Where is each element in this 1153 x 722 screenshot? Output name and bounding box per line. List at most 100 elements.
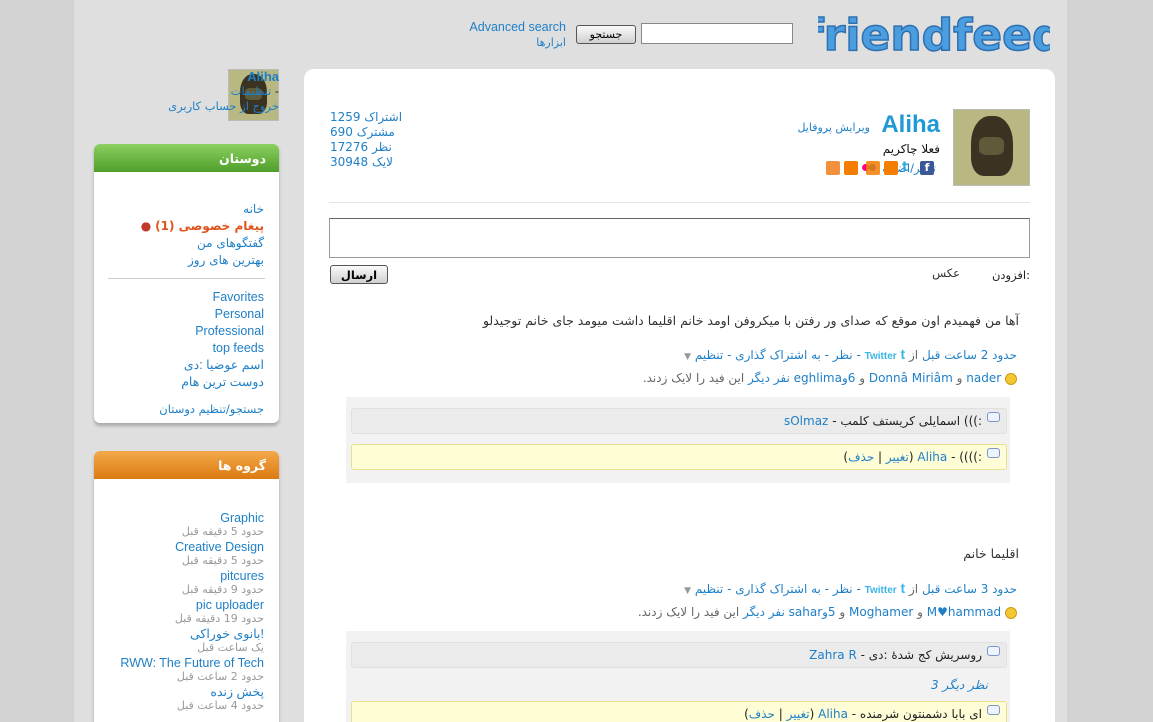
own-comment: ای بابا دشمنتون شرمنده - Aliha (تغییر | …: [351, 701, 1007, 722]
liker-link[interactable]: Donnâ Miriâm: [869, 371, 953, 385]
user-name-link[interactable]: Aliha: [168, 69, 279, 84]
entry-meta: حدود 3 ساعت قبل از t Twitter - نظر - به …: [684, 580, 1017, 596]
edit-comment-link[interactable]: تغییر: [886, 450, 909, 464]
entry-time-link[interactable]: حدود 3 ساعت قبل: [922, 582, 1017, 596]
settings-link[interactable]: تنظیمات: [231, 84, 272, 98]
service-name[interactable]: Twitter: [865, 351, 897, 362]
more-comments-link[interactable]: 3 نظر دیگر: [931, 678, 988, 692]
rss-icon[interactable]: [884, 161, 898, 175]
comment-author-link[interactable]: Aliha: [917, 450, 947, 464]
others-link[interactable]: نفر دیگر: [748, 371, 790, 385]
list-nicknames[interactable]: اسم عوضیا :دی: [181, 357, 264, 374]
dropdown-icon[interactable]: ▼: [684, 352, 691, 362]
group-item[interactable]: pic uploader حدود 19 دقیقه قبل: [120, 598, 264, 626]
profile-stats: 1259 اشتراک 690 مشترک 17276 نظر 30948 لا…: [330, 110, 402, 170]
comment: :))) اسمایلی کریستف کلمب - sOlmaz: [351, 408, 1007, 434]
stat-likes[interactable]: 30948 لایک: [330, 155, 402, 170]
entry-likes: nader و Donnâ Miriâm و 6وeghlima نفر دیگ…: [643, 371, 1017, 385]
divider: [329, 202, 1030, 203]
comment-icon: [987, 448, 1000, 458]
twitter-icon: t: [900, 580, 906, 596]
liker-link[interactable]: 5وsahar: [789, 605, 836, 619]
list-top-feeds[interactable]: top feeds: [181, 340, 264, 357]
divider: [108, 278, 265, 279]
likes-suffix: این فید را لایک زدند.: [637, 605, 740, 619]
comment-author-link[interactable]: Aliha: [818, 707, 848, 721]
user-menu: Aliha تنظیمات - خروج از حساب کاربری: [168, 69, 279, 114]
comments-area: :))) اسمایلی کریستف کلمب - sOlmaz :)))) …: [346, 397, 1010, 483]
list-favorites[interactable]: Favorites: [181, 289, 264, 306]
heart-icon: ●: [140, 219, 152, 233]
group-item[interactable]: پخش زنده حدود 4 ساعت قبل: [120, 685, 264, 713]
entry-likes: M♥hammad و Moghamer و 5وsahar نفر دیگر ا…: [638, 605, 1017, 619]
entry-actions[interactable]: - نظر - به اشتراک گذاری - تنظیم: [695, 348, 861, 362]
delete-comment-link[interactable]: حذف: [749, 707, 775, 721]
comment-author-link[interactable]: sOlmaz: [784, 414, 828, 428]
entry-time-link[interactable]: حدود 2 ساعت قبل: [922, 348, 1017, 362]
profile-avatar[interactable]: [953, 109, 1030, 186]
group-item[interactable]: Graphic حدود 5 دقیقه قبل: [120, 511, 264, 539]
facebook-icon[interactable]: f: [920, 161, 934, 175]
own-comment: :)))) - Aliha (تغییر | حذف): [351, 444, 1007, 470]
comment-icon: [987, 412, 1000, 422]
list-closest-friends[interactable]: دوست ترین هام: [181, 374, 264, 391]
friends-nav: خانه ● پیغام خصوصی (1) گفتگوهای من بهتری…: [141, 201, 264, 269]
like-smiley-icon: [1005, 372, 1017, 385]
groups-box-title: گروه ها: [94, 451, 279, 479]
search-button[interactable]: جستجو: [576, 25, 636, 44]
add-label: افزودن:: [991, 268, 1030, 282]
manage-friends-link[interactable]: جستجو/تنظیم دوستان: [159, 402, 264, 416]
group-item[interactable]: pitcures حدود 9 دقیقه قبل: [120, 569, 264, 597]
comment: روسریش کج شدهٔ :دی - Zahra R: [351, 642, 1007, 668]
group-item[interactable]: RWW: The Future of Tech حدود 2 ساعت قبل: [120, 656, 264, 684]
group-item[interactable]: بانوی خوراکی! یک ساعت قبل: [120, 627, 264, 655]
entry-text: اقلیما خانم: [963, 546, 1019, 561]
friends-box: دوستان خانه ● پیغام خصوصی (1) گفتگوهای م…: [94, 144, 279, 423]
dropdown-icon[interactable]: ▼: [684, 586, 691, 596]
group-item[interactable]: Creative Design حدود 5 دقیقه قبل: [120, 540, 264, 568]
stat-subscriptions[interactable]: 1259 اشتراک: [330, 110, 402, 125]
service-name[interactable]: Twitter: [865, 585, 897, 596]
delete-comment-link[interactable]: حذف: [848, 450, 874, 464]
profile-name: Aliha: [881, 111, 940, 138]
edit-profile-link[interactable]: ویرایش پروفایل: [797, 121, 870, 134]
nav-home[interactable]: خانه: [141, 201, 264, 218]
rss-icon[interactable]: [843, 161, 858, 175]
list-professional[interactable]: Professional: [181, 323, 264, 340]
stat-subscribers[interactable]: 690 مشترک: [330, 125, 402, 140]
nav-my-discussions[interactable]: گفتگوهای من: [141, 235, 264, 252]
rss-icon[interactable]: [866, 161, 880, 175]
nav-best-of-day[interactable]: بهترین های روز: [141, 252, 264, 269]
likes-suffix: این فید را لایک زدند.: [642, 371, 745, 385]
friend-lists: Favorites Personal Professional top feed…: [181, 289, 264, 391]
groups-box: گروه ها Graphic حدود 5 دقیقه قبل Creative…: [94, 451, 279, 722]
others-link[interactable]: نفر دیگر: [743, 605, 785, 619]
svg-text:friendfeed: friendfeed: [818, 10, 1050, 61]
post-textarea[interactable]: [329, 218, 1030, 258]
nav-private-messages[interactable]: ● پیغام خصوصی (1): [141, 218, 264, 235]
liker-link[interactable]: nader: [966, 371, 1001, 385]
friendfeed-logo[interactable]: friendfeed: [818, 8, 1050, 62]
service-icons-2: t f: [866, 161, 934, 175]
profile-status: فعلا چاکریم: [882, 142, 940, 156]
liker-link[interactable]: 6وeghlima: [794, 371, 856, 385]
liker-link[interactable]: M♥hammad: [927, 605, 1001, 619]
logout-link[interactable]: خروج از حساب کاربری: [168, 99, 279, 114]
comment-icon: [987, 705, 1000, 715]
send-button[interactable]: ارسال: [330, 265, 388, 284]
comments-area: روسریش کج شدهٔ :دی - Zahra R 3 نظر دیگر …: [346, 631, 1010, 722]
add-photo-link[interactable]: عکس: [932, 266, 960, 280]
entry-text: آها من فهمیدم اون موقع که صدای ور رفتن ب…: [482, 313, 1019, 328]
advanced-search-link[interactable]: Advanced search: [466, 20, 566, 34]
list-personal[interactable]: Personal: [181, 306, 264, 323]
stat-comments[interactable]: 17276 نظر: [330, 140, 402, 155]
friends-box-title: دوستان: [94, 144, 279, 172]
liker-link[interactable]: Moghamer: [849, 605, 913, 619]
comment-author-link[interactable]: Zahra R: [809, 648, 857, 662]
search-input[interactable]: [641, 23, 793, 44]
edit-comment-link[interactable]: تغییر: [787, 707, 810, 721]
twitter-icon[interactable]: t: [902, 161, 916, 175]
entry-actions[interactable]: - نظر - به اشتراک گذاری - تنظیم: [695, 582, 861, 596]
tools-link[interactable]: ابزارها: [466, 36, 566, 49]
blog-icon[interactable]: [825, 161, 840, 175]
